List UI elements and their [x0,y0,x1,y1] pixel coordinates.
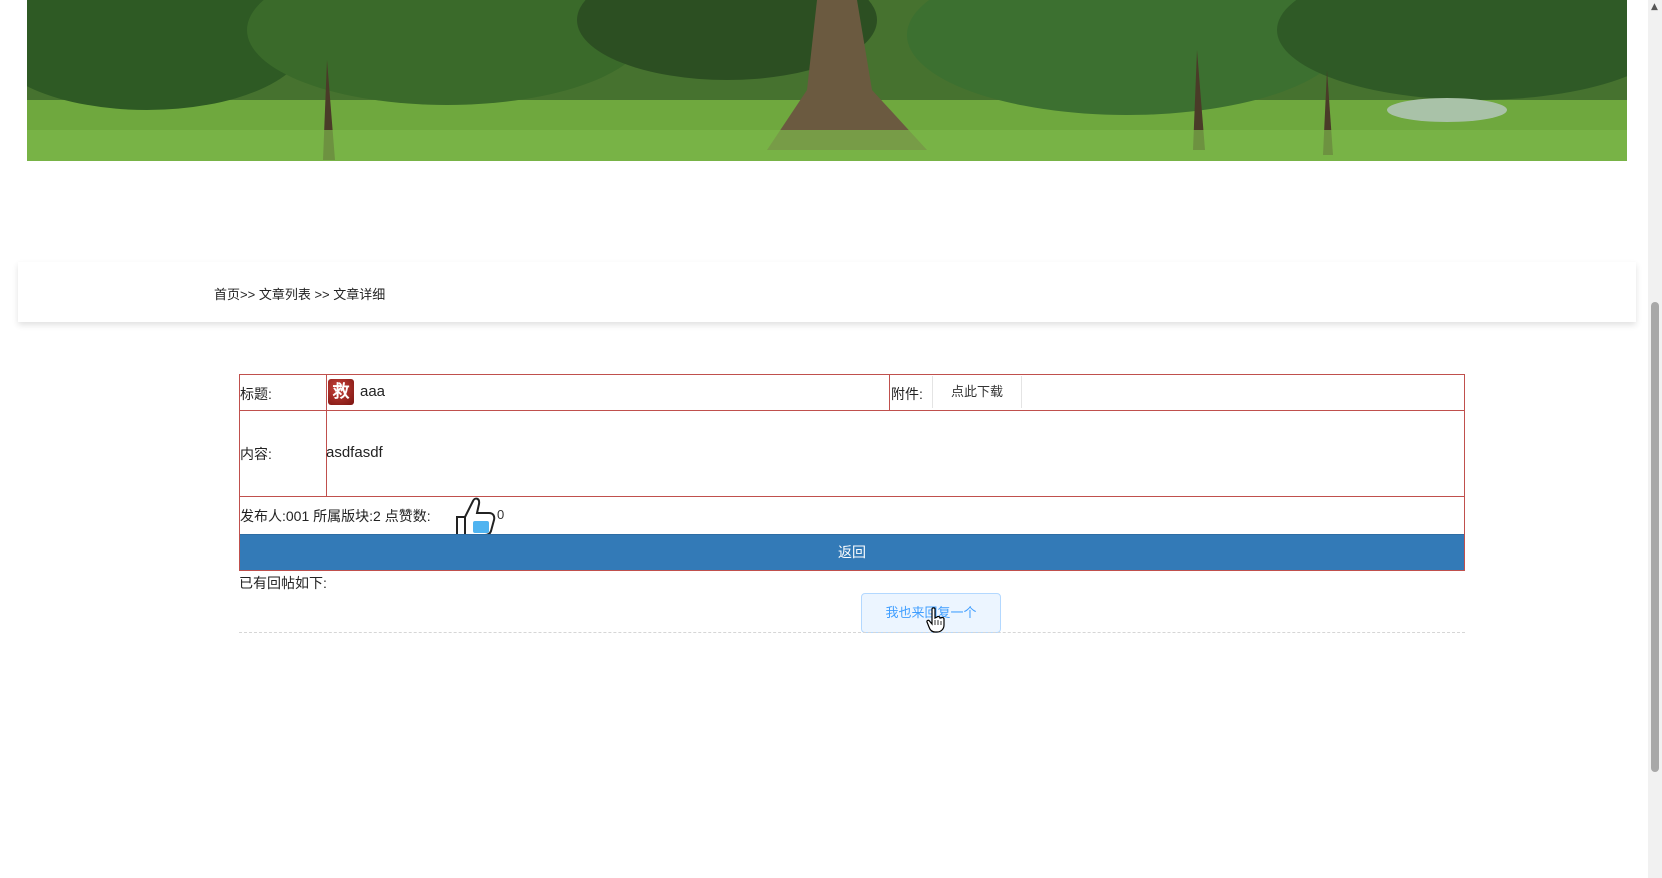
breadcrumb-separator: >> [314,287,330,302]
breadcrumb-list-link[interactable]: 文章列表 [259,287,311,302]
breadcrumb-current: 文章详细 [333,287,386,302]
meta-row: 发布人:001 所属版块:2 点赞数: 0 [240,496,1464,536]
breadcrumb-bar: 首页>> 文章列表 >> 文章详细 [18,262,1636,322]
content-label: 内容: [240,446,272,462]
article-detail-table: 标题: 救 aaa 附件: 点此下载 内容: asdfasdf 发布人:001 … [239,374,1465,571]
article-meta: 发布人:001 所属版块:2 点赞数: [240,508,431,524]
badge-icon: 救 [328,379,354,405]
column-divider [326,375,327,410]
column-divider [889,375,890,410]
forest-banner-image [27,0,1627,161]
download-button[interactable]: 点此下载 [932,376,1022,408]
vertical-scrollbar[interactable]: ▲ [1648,0,1662,878]
like-count: 0 [497,507,505,522]
breadcrumb-home-link[interactable]: 首页>> [214,287,255,302]
scroll-up-arrow-icon[interactable]: ▲ [1651,2,1658,12]
article-title: aaa [360,383,386,400]
title-row: 标题: 救 aaa 附件: 点此下载 [240,375,1464,411]
title-label: 标题: [240,386,272,402]
thumbs-up-icon[interactable] [453,495,497,537]
article-content: asdfasdf [326,444,383,461]
reply-divider [239,632,1465,633]
replies-heading: 已有回帖如下: [239,575,327,591]
breadcrumb: 首页>> 文章列表 >> 文章详细 [214,284,385,303]
hand-cursor-icon [926,607,945,633]
back-button[interactable]: 返回 [240,534,1464,570]
attachment-label: 附件: [891,386,923,402]
scrollbar-thumb[interactable] [1651,302,1659,772]
content-row: 内容: asdfasdf [240,410,1464,497]
